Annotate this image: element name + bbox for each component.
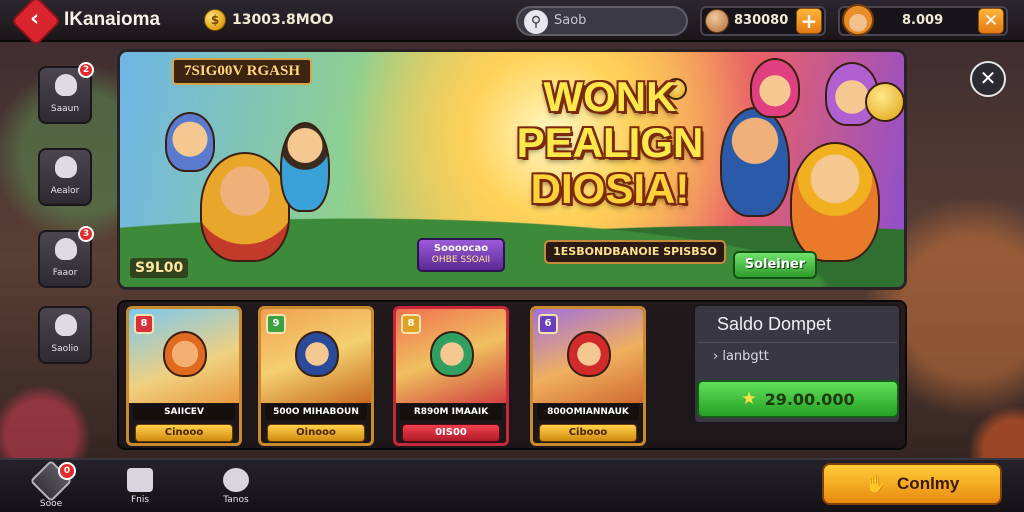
hero-character [280, 122, 330, 212]
sidebar-item-aealor[interactable]: Aealor [38, 148, 92, 206]
banner-title-line1: WONK [543, 73, 677, 120]
banner-title: WONK PEALIGN DIOSIA! [450, 74, 770, 212]
card-label: 500O MIHABOUN [265, 404, 367, 420]
sidebar-item-label: Saaun [50, 104, 80, 114]
back-button[interactable]: ‹ [10, 0, 62, 47]
character-card[interactable]: 9 500O MIHABOUN Oinooo [258, 306, 374, 446]
tab-label: Fnis [130, 495, 150, 505]
wallet-panel: Saldo Dompet › lanbgtt ★ 29.00.000 [693, 304, 901, 424]
card-badge: 9 [266, 314, 286, 334]
card-price-button[interactable]: Cibooo [539, 424, 637, 442]
card-badge: 8 [134, 314, 154, 334]
mascot-icon [55, 74, 77, 96]
character-portrait [163, 331, 207, 377]
sidebar-item-label: Faaor [52, 268, 78, 278]
chevron-left-icon: ‹ [30, 6, 40, 32]
sidebar-item-saolio[interactable]: Saolio [38, 306, 92, 364]
currency-avatar-icon [705, 9, 729, 33]
card-price-button[interactable]: Oinooo [267, 424, 365, 442]
card-label: SAIICEV [133, 404, 235, 420]
banner-title-line2: PEALIGN [516, 119, 704, 166]
banner-price: S9L00 [130, 258, 189, 278]
player-info: 8.009 ✕ [838, 4, 1008, 36]
character-card[interactable]: 8 R890M IMAAIK 0IS00 [393, 306, 509, 446]
coin-value: 13003.8MOO [232, 12, 334, 28]
character-portrait [567, 331, 611, 377]
tab-label: Tanos [223, 495, 249, 505]
tab-edit[interactable]: Fnis [115, 466, 165, 510]
divider [697, 342, 897, 343]
gem-value: 830080 [734, 13, 789, 28]
promo-banner[interactable]: 7SIG00V RGASH WONK PEALIGN DIOSIA! S9L00… [117, 49, 907, 290]
character-card[interactable]: 6 800OMIANNAUK Cibooo [530, 306, 646, 446]
sidebar-item-saaun[interactable]: Saaun 2 [38, 62, 94, 124]
wallet-subtitle: › lanbgtt [713, 349, 769, 364]
confirm-button[interactable]: ✋ Conlmy [822, 463, 1002, 505]
notification-badge: 2 [78, 62, 94, 78]
hand-icon: ✋ [864, 473, 888, 495]
offer-button-sublabel: OHBE SSOAII [431, 255, 491, 265]
character-card[interactable]: 8 SAIICEV Cinooo [126, 306, 242, 446]
banner-select-button[interactable]: Soleiner [733, 251, 817, 279]
card-price-button[interactable]: Cinooo [135, 424, 233, 442]
tab-home[interactable]: Sooe 0 [26, 459, 76, 510]
coin-balance: $ 13003.8MOO [204, 9, 334, 31]
wallet-balance-button[interactable]: ★ 29.00.000 [697, 380, 899, 418]
notification-badge: 0 [58, 462, 76, 480]
gem-balance: 830080 + [700, 6, 826, 36]
banner-tag: 7SIG00V RGASH [172, 58, 313, 85]
tab-view[interactable]: Tanos [211, 466, 261, 510]
card-badge: 6 [538, 314, 558, 334]
notification-badge: 3 [78, 226, 94, 242]
coin-icon: $ [204, 9, 226, 31]
search-icon: ⚲ [524, 10, 548, 34]
sidebar-item-label: Aealor [50, 186, 80, 196]
add-gems-button[interactable]: + [796, 8, 822, 34]
sidebar-item-label: Saolio [51, 344, 79, 354]
banner-info-label: 1ESBONDBANOIE SPISBSO [544, 240, 726, 264]
search-placeholder: Saob [554, 13, 587, 28]
hero-character [790, 142, 880, 262]
edit-icon [127, 468, 153, 492]
character-portrait [430, 331, 474, 377]
sidebar-item-faaor[interactable]: Faaor 3 [38, 226, 94, 288]
top-bar: ‹ IKanaioma $ 13003.8MOO ⚲ Saob 830080 +… [0, 0, 1024, 47]
avatar[interactable] [842, 4, 874, 36]
banner-offer-button[interactable]: Soooocao OHBE SSOAII [417, 238, 505, 272]
monster-icon [55, 156, 77, 178]
card-label: 800OMIANNAUK [537, 404, 639, 420]
player-value: 8.009 [902, 13, 944, 28]
wallet-balance-value: 29.00.000 [764, 389, 855, 409]
wallet-title: Saldo Dompet [717, 314, 832, 334]
close-banner-button[interactable]: ✕ [970, 61, 1006, 97]
confirm-label: Conlmy [897, 474, 960, 493]
character-portrait [295, 331, 339, 377]
creature-icon [55, 314, 77, 336]
card-price-button[interactable]: 0IS00 [402, 424, 500, 442]
pet-icon [55, 238, 77, 260]
close-button[interactable]: ✕ [978, 8, 1004, 34]
app-title: IKanaioma [64, 9, 161, 30]
card-label: R890M IMAAIK [400, 404, 502, 420]
banner-title-line3: DIOSIA! [530, 165, 690, 212]
search-input[interactable]: ⚲ Saob [516, 6, 688, 36]
coin-icon [865, 82, 904, 122]
hero-character [200, 152, 290, 262]
eye-icon [223, 468, 249, 492]
star-icon: ★ [741, 389, 757, 409]
hero-character [165, 112, 215, 172]
card-badge: 8 [401, 314, 421, 334]
offer-button-label: Soooocao [433, 243, 489, 254]
